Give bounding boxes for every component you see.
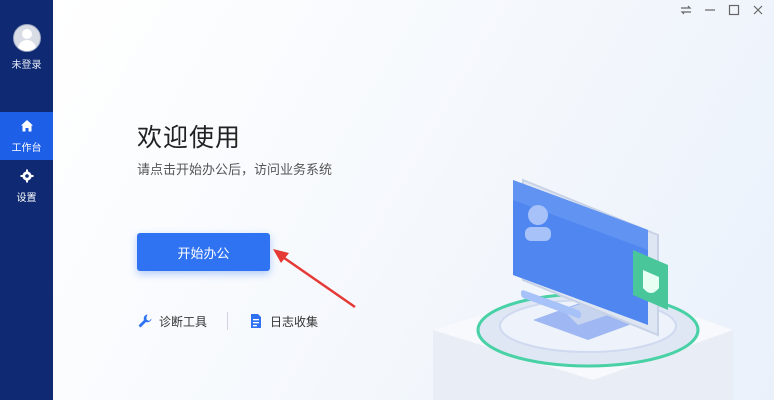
page-title: 欢迎使用 xyxy=(137,123,242,152)
document-icon xyxy=(248,313,264,329)
log-collection-label: 日志收集 xyxy=(270,314,319,329)
sidebar-item-label: 工作台 xyxy=(11,143,42,154)
page-subtitle: 请点击开始办公后，访问业务系统 xyxy=(137,163,333,178)
close-icon[interactable] xyxy=(752,4,764,20)
diagnostic-tool-label: 诊断工具 xyxy=(159,314,208,329)
tools-divider xyxy=(227,312,229,330)
sidebar: 未登录 工作台 设置 xyxy=(0,0,53,400)
sidebar-item-settings[interactable]: 设置 xyxy=(0,162,53,210)
pointer-arrow xyxy=(273,249,356,309)
log-collection-link[interactable]: 日志收集 xyxy=(248,313,318,330)
login-status-label[interactable]: 未登录 xyxy=(0,56,53,71)
gear-icon xyxy=(0,169,53,187)
start-work-button[interactable]: 开始办公 xyxy=(137,233,270,271)
tools-bar: 诊断工具 日志收集 xyxy=(137,312,318,330)
main-panel: 欢迎使用 请点击开始办公后，访问业务系统 开始办公 诊断工具 日志收集 xyxy=(53,0,774,400)
diagnostic-tool-link[interactable]: 诊断工具 xyxy=(137,313,207,330)
home-icon xyxy=(0,119,53,137)
sidebar-item-workbench[interactable]: 工作台 xyxy=(0,112,53,160)
minimize-icon[interactable] xyxy=(704,4,716,20)
computer-illustration xyxy=(433,178,733,400)
window-controls xyxy=(680,4,764,20)
sidebar-item-label: 设置 xyxy=(16,193,37,204)
wrench-icon xyxy=(137,313,153,329)
pin-icon[interactable] xyxy=(680,4,692,20)
user-profile[interactable]: 未登录 xyxy=(0,24,53,71)
maximize-icon[interactable] xyxy=(728,4,740,20)
avatar[interactable] xyxy=(12,24,41,52)
